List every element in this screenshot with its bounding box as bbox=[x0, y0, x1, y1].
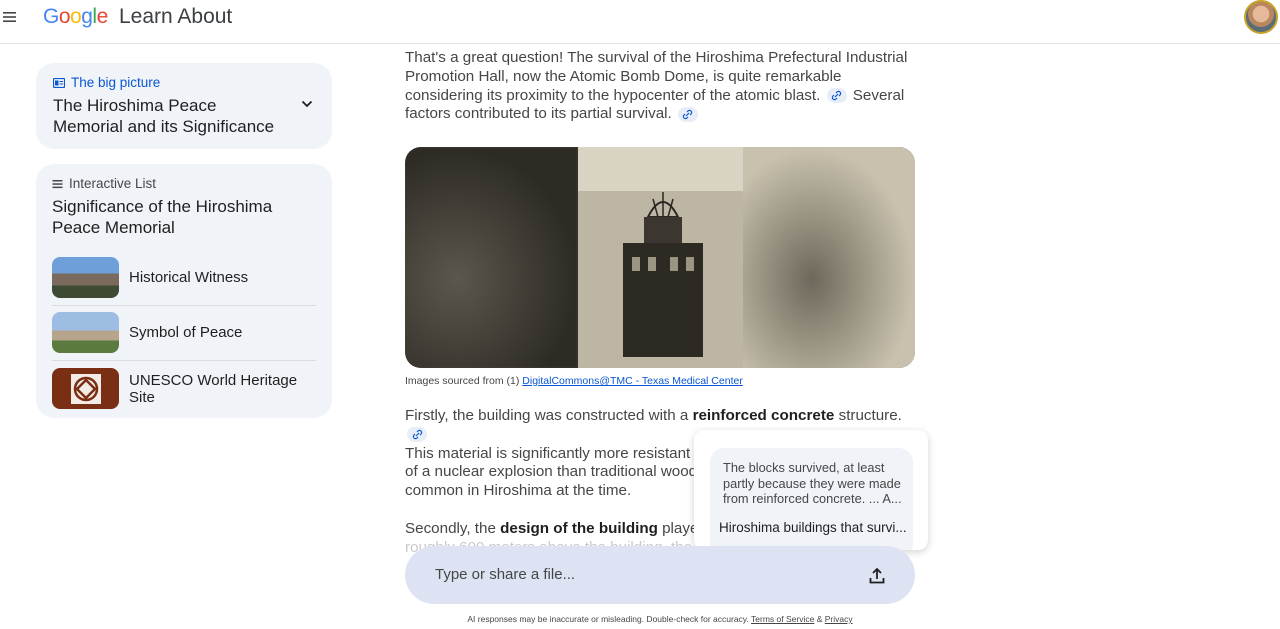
image-panel-right bbox=[743, 147, 915, 368]
interactive-list-items: Historical Witness Symbol of Peace UNESC… bbox=[52, 250, 316, 417]
upload-icon[interactable] bbox=[867, 566, 887, 586]
list-icon bbox=[52, 179, 63, 188]
reinforced-concrete-bold: reinforced concrete bbox=[692, 407, 835, 424]
footer-ampersand: & bbox=[816, 614, 823, 624]
image-panel-center bbox=[578, 147, 743, 368]
secondly-text-pre: Secondly, the bbox=[405, 519, 501, 537]
unesco-emblem-thumbnail bbox=[52, 368, 119, 410]
source-prefix: Images sourced from (1) bbox=[405, 375, 520, 387]
dome-silhouette bbox=[623, 192, 703, 357]
atomic-bomb-dome-image[interactable] bbox=[405, 147, 915, 368]
big-picture-title: The Hiroshima Peace Memorial and its Sig… bbox=[53, 96, 275, 136]
interactive-list-eyebrow: Interactive List bbox=[52, 176, 156, 191]
interactive-list-eyebrow-label: Interactive List bbox=[69, 176, 157, 191]
list-item-label: UNESCO World Heritage Site bbox=[129, 371, 298, 406]
firstly-line4: common in Hiroshima at the time. bbox=[405, 482, 632, 500]
big-picture-eyebrow: The big picture bbox=[53, 75, 160, 90]
prompt-composer bbox=[405, 546, 915, 604]
source-link[interactable]: DigitalCommons@TMC - Texas Medical Cente… bbox=[522, 375, 743, 387]
logo-letter: G bbox=[43, 5, 59, 28]
big-picture-card[interactable]: The big picture The Hiroshima Peace Memo… bbox=[36, 63, 332, 149]
prompt-input[interactable] bbox=[435, 561, 835, 587]
citation-link-icon[interactable] bbox=[407, 427, 427, 443]
citation-link-icon[interactable] bbox=[677, 106, 698, 122]
logo-letter: e bbox=[96, 5, 109, 28]
citation-popup: The blocks survived, at least partly bec… bbox=[694, 430, 928, 550]
unesco-emblem-icon bbox=[70, 373, 101, 404]
footer-disclaimer: AI responses may be inaccurate or mislea… bbox=[405, 614, 915, 624]
google-logo[interactable]: Google bbox=[43, 5, 108, 29]
citation-snippet: The blocks survived, at least partly bec… bbox=[723, 460, 902, 506]
privacy-link[interactable]: Privacy bbox=[825, 614, 853, 624]
citation-link-title[interactable]: Hiroshima buildings that survi... bbox=[719, 520, 909, 535]
historical-witness-thumbnail bbox=[52, 256, 119, 298]
logo-letter: g bbox=[81, 5, 93, 28]
firstly-line2: This material is significantly more resi… bbox=[405, 444, 725, 462]
logo-letter: o bbox=[58, 5, 71, 28]
user-avatar[interactable] bbox=[1244, 0, 1278, 34]
list-item-symbol-of-peace[interactable]: Symbol of Peace bbox=[52, 306, 316, 361]
list-item-historical-witness[interactable]: Historical Witness bbox=[52, 250, 316, 306]
citation-link-icon[interactable] bbox=[826, 88, 847, 104]
top-app-bar: Google Learn About bbox=[0, 0, 1280, 44]
image-source-caption: Images sourced from (1) DigitalCommons@T… bbox=[405, 375, 743, 387]
terms-of-service-link[interactable]: Terms of Service bbox=[751, 614, 814, 624]
chevron-down-icon[interactable] bbox=[300, 97, 314, 111]
design-of-building-bold: design of the building bbox=[500, 519, 658, 537]
firstly-text-post: structure. bbox=[834, 407, 902, 424]
interactive-list-card: Interactive List Significance of the Hir… bbox=[36, 164, 332, 418]
firstly-line3: of a nuclear explosion than traditional … bbox=[405, 463, 715, 481]
symbol-of-peace-thumbnail bbox=[52, 312, 119, 354]
citation-card[interactable]: The blocks survived, at least partly bec… bbox=[710, 448, 913, 550]
disclaimer-text: AI responses may be inaccurate or mislea… bbox=[467, 614, 749, 624]
list-item-label: Historical Witness bbox=[129, 268, 249, 286]
logo-letter: o bbox=[70, 5, 82, 28]
list-item-unesco-world-heritage-site[interactable]: UNESCO World Heritage Site bbox=[52, 361, 316, 417]
firstly-text-pre: Firstly, the building was constructed wi… bbox=[405, 407, 693, 424]
big-picture-eyebrow-label: The big picture bbox=[71, 75, 161, 90]
intro-paragraph: That's a great question! The survival of… bbox=[405, 49, 917, 124]
hamburger-menu-icon[interactable] bbox=[2, 9, 18, 25]
book-icon bbox=[53, 77, 65, 88]
app-title: Learn About bbox=[119, 5, 233, 28]
list-item-label: Symbol of Peace bbox=[129, 324, 243, 342]
article-intro: That's a great question! The survival of… bbox=[405, 49, 917, 124]
interactive-list-title: Significance of the Hiroshima Peace Memo… bbox=[52, 197, 273, 237]
image-panel-left bbox=[405, 147, 578, 368]
